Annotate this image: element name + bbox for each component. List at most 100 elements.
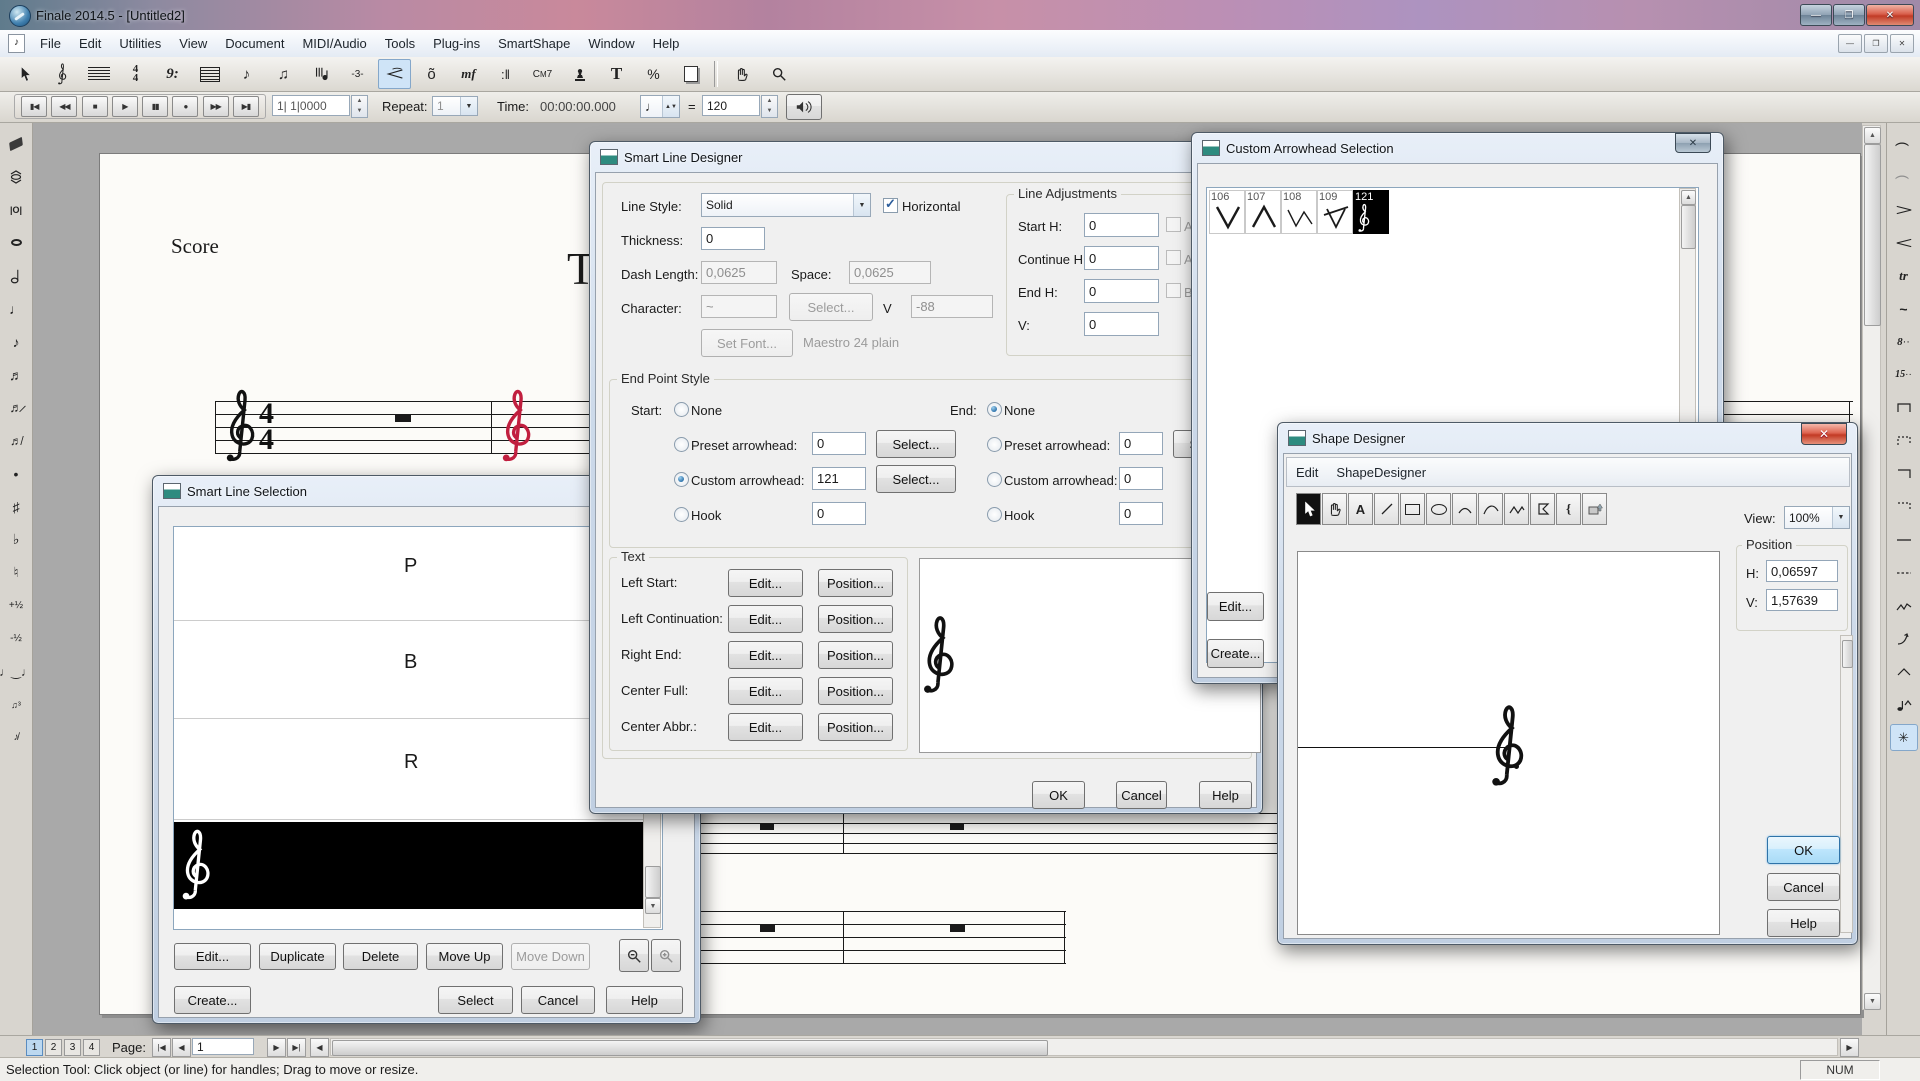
hyperscribe-tool-icon[interactable] bbox=[304, 59, 337, 89]
next-page-button[interactable]: ▶ bbox=[267, 1038, 286, 1057]
move-up-button[interactable]: Move Up bbox=[426, 943, 503, 970]
menu-item-utilities[interactable]: Utilities bbox=[110, 32, 170, 55]
start-h-checkbox[interactable] bbox=[1166, 217, 1181, 232]
end-custom-radio[interactable] bbox=[987, 472, 1002, 487]
end-h-input[interactable]: 0 bbox=[1084, 279, 1159, 303]
cancel-button[interactable]: Cancel bbox=[1116, 781, 1167, 809]
thirty-second-note-icon[interactable]: ♬̷ bbox=[2, 394, 30, 421]
polygon-tool-icon[interactable] bbox=[1530, 493, 1555, 525]
cancel-button[interactable]: Cancel bbox=[521, 986, 595, 1014]
eraser-tool-icon[interactable] bbox=[2, 130, 30, 157]
slur-tool-icon[interactable]: ( bbox=[1890, 130, 1918, 157]
ottava-tool-icon[interactable]: 8·· bbox=[1890, 328, 1918, 355]
tempo-note-selector[interactable]: ♩▲▼ bbox=[640, 95, 680, 118]
start-none-radio[interactable] bbox=[674, 402, 689, 417]
page-tab-4[interactable]: 4 bbox=[83, 1039, 100, 1056]
curve-tool-icon[interactable] bbox=[1478, 493, 1503, 525]
tie-tool-icon[interactable]: ♩‿♩ bbox=[2, 658, 30, 685]
start-hook-radio[interactable] bbox=[674, 507, 689, 522]
articulation-tool-icon[interactable]: õ bbox=[415, 59, 448, 89]
rectangle-tool-icon[interactable] bbox=[1400, 493, 1425, 525]
close-button[interactable]: ✕ bbox=[1675, 133, 1711, 153]
list-item[interactable]: P bbox=[404, 555, 417, 578]
polyline-tool-icon[interactable] bbox=[1504, 493, 1529, 525]
select-button[interactable]: Select bbox=[438, 986, 513, 1014]
menu-item-edit[interactable]: Edit bbox=[1287, 461, 1327, 484]
left-continuation-edit-button[interactable]: Edit... bbox=[728, 605, 803, 633]
menu-item-edit[interactable]: Edit bbox=[70, 32, 110, 55]
menu-item-shapedesigner[interactable]: ShapeDesigner bbox=[1327, 461, 1435, 484]
whole-note-icon[interactable] bbox=[2, 229, 30, 256]
dash-length-input[interactable]: 0,0625 bbox=[701, 261, 777, 284]
menu-item-midi-audio[interactable]: MIDI/Audio bbox=[293, 32, 375, 55]
bend-tool-icon[interactable] bbox=[1890, 625, 1918, 652]
center-abbr-edit-button[interactable]: Edit... bbox=[728, 713, 803, 741]
character-select-button[interactable]: Select... bbox=[789, 293, 873, 321]
space-input[interactable]: 0,0625 bbox=[849, 261, 931, 284]
go-to-beginning-button-icon[interactable]: ▮◀ bbox=[21, 96, 47, 117]
sixty-fourth-note-icon[interactable]: ♬̸ bbox=[2, 427, 30, 454]
clef-tool-icon[interactable]: 9: bbox=[156, 59, 189, 89]
page-layout-tool-icon[interactable] bbox=[674, 59, 707, 89]
measure-tool-icon[interactable] bbox=[193, 59, 226, 89]
hook-bracket-tool-icon[interactable] bbox=[1890, 460, 1918, 487]
record-button-icon[interactable]: ● bbox=[172, 96, 198, 117]
hscroll-left-arrow[interactable]: ◀ bbox=[310, 1038, 329, 1057]
help-button[interactable]: Help bbox=[1767, 909, 1840, 937]
scroll-thumb[interactable] bbox=[1842, 640, 1853, 668]
arrowhead-cell-108[interactable]: 108 bbox=[1281, 190, 1317, 234]
play-button-icon[interactable]: ▶ bbox=[112, 96, 138, 117]
scroll-up-arrow[interactable]: ▲ bbox=[1864, 127, 1881, 144]
custom-line-tool-icon[interactable] bbox=[1890, 658, 1918, 685]
create-button[interactable]: Create... bbox=[1207, 639, 1264, 668]
treble-clef-shape[interactable] bbox=[1488, 700, 1526, 792]
menu-item-smartshape[interactable]: SmartShape bbox=[489, 32, 579, 55]
h-input[interactable]: 0,06597 bbox=[1766, 560, 1838, 582]
end-h-checkbox[interactable] bbox=[1166, 283, 1181, 298]
resize-tool-icon[interactable]: % bbox=[637, 59, 670, 89]
close-button[interactable]: ✕ bbox=[1801, 423, 1847, 445]
last-page-button[interactable]: ▶| bbox=[287, 1038, 306, 1057]
center-full-edit-button[interactable]: Edit... bbox=[728, 677, 803, 705]
half-note-icon[interactable] bbox=[2, 262, 30, 289]
center-abbr-position-button[interactable]: Position... bbox=[818, 713, 893, 741]
page-tab-1[interactable]: 1 bbox=[26, 1039, 43, 1056]
duplicate-button[interactable]: Duplicate bbox=[259, 943, 336, 970]
left-start-position-button[interactable]: Position... bbox=[818, 569, 893, 597]
first-page-button[interactable]: |◀ bbox=[152, 1038, 171, 1057]
zoom-in-button[interactable] bbox=[651, 939, 681, 972]
counter-spinner[interactable]: ▲▼ bbox=[351, 95, 368, 118]
dashed-slur-tool-icon[interactable]: ( bbox=[1890, 163, 1918, 190]
start-custom-radio[interactable] bbox=[674, 472, 689, 487]
trill-extension-tool-icon[interactable]: ~ bbox=[1890, 295, 1918, 322]
menu-item-document[interactable]: Document bbox=[216, 32, 293, 55]
tempo-spinner[interactable]: ▲▼ bbox=[761, 95, 778, 118]
hand-grabber-tool-icon[interactable] bbox=[725, 59, 758, 89]
character-v-input[interactable]: -88 bbox=[911, 295, 993, 318]
menu-item-plug-ins[interactable]: Plug-ins bbox=[424, 32, 489, 55]
chord-tool-icon[interactable]: CM7 bbox=[526, 59, 559, 89]
menu-item-view[interactable]: View bbox=[170, 32, 216, 55]
horizontal-scrollbar[interactable] bbox=[330, 1038, 1838, 1056]
half-step-down-icon[interactable]: -½ bbox=[2, 625, 30, 652]
close-button[interactable]: ✕ bbox=[1866, 4, 1914, 26]
help-button[interactable]: Help bbox=[606, 986, 683, 1014]
insert-notes-tool-icon[interactable]: |O| bbox=[2, 196, 30, 223]
key-signature-tool-icon[interactable] bbox=[82, 59, 115, 89]
augmentation-dot-icon[interactable]: • bbox=[2, 460, 30, 487]
set-font-button[interactable]: Set Font... bbox=[701, 329, 793, 357]
rewind-button-icon[interactable]: ◀◀ bbox=[51, 96, 77, 117]
grace-note-tool-icon[interactable]: ♪̸ bbox=[2, 724, 30, 751]
start-preset-radio[interactable] bbox=[674, 437, 689, 452]
left-start-edit-button[interactable]: Edit... bbox=[728, 569, 803, 597]
dashed-hook-bracket-tool-icon[interactable] bbox=[1890, 493, 1918, 520]
vertical-scrollbar[interactable]: ▲ ▼ bbox=[1862, 125, 1881, 1010]
dashed-bracket-tool-icon[interactable] bbox=[1890, 427, 1918, 454]
edit-button[interactable]: Edit... bbox=[174, 943, 251, 970]
menu-item-file[interactable]: File bbox=[31, 32, 70, 55]
center-full-position-button[interactable]: Position... bbox=[818, 677, 893, 705]
shape-canvas[interactable] bbox=[1297, 551, 1720, 935]
line-tool-icon[interactable] bbox=[1890, 526, 1918, 553]
scroll-thumb[interactable] bbox=[332, 1040, 1048, 1056]
end-preset-radio[interactable] bbox=[987, 437, 1002, 452]
